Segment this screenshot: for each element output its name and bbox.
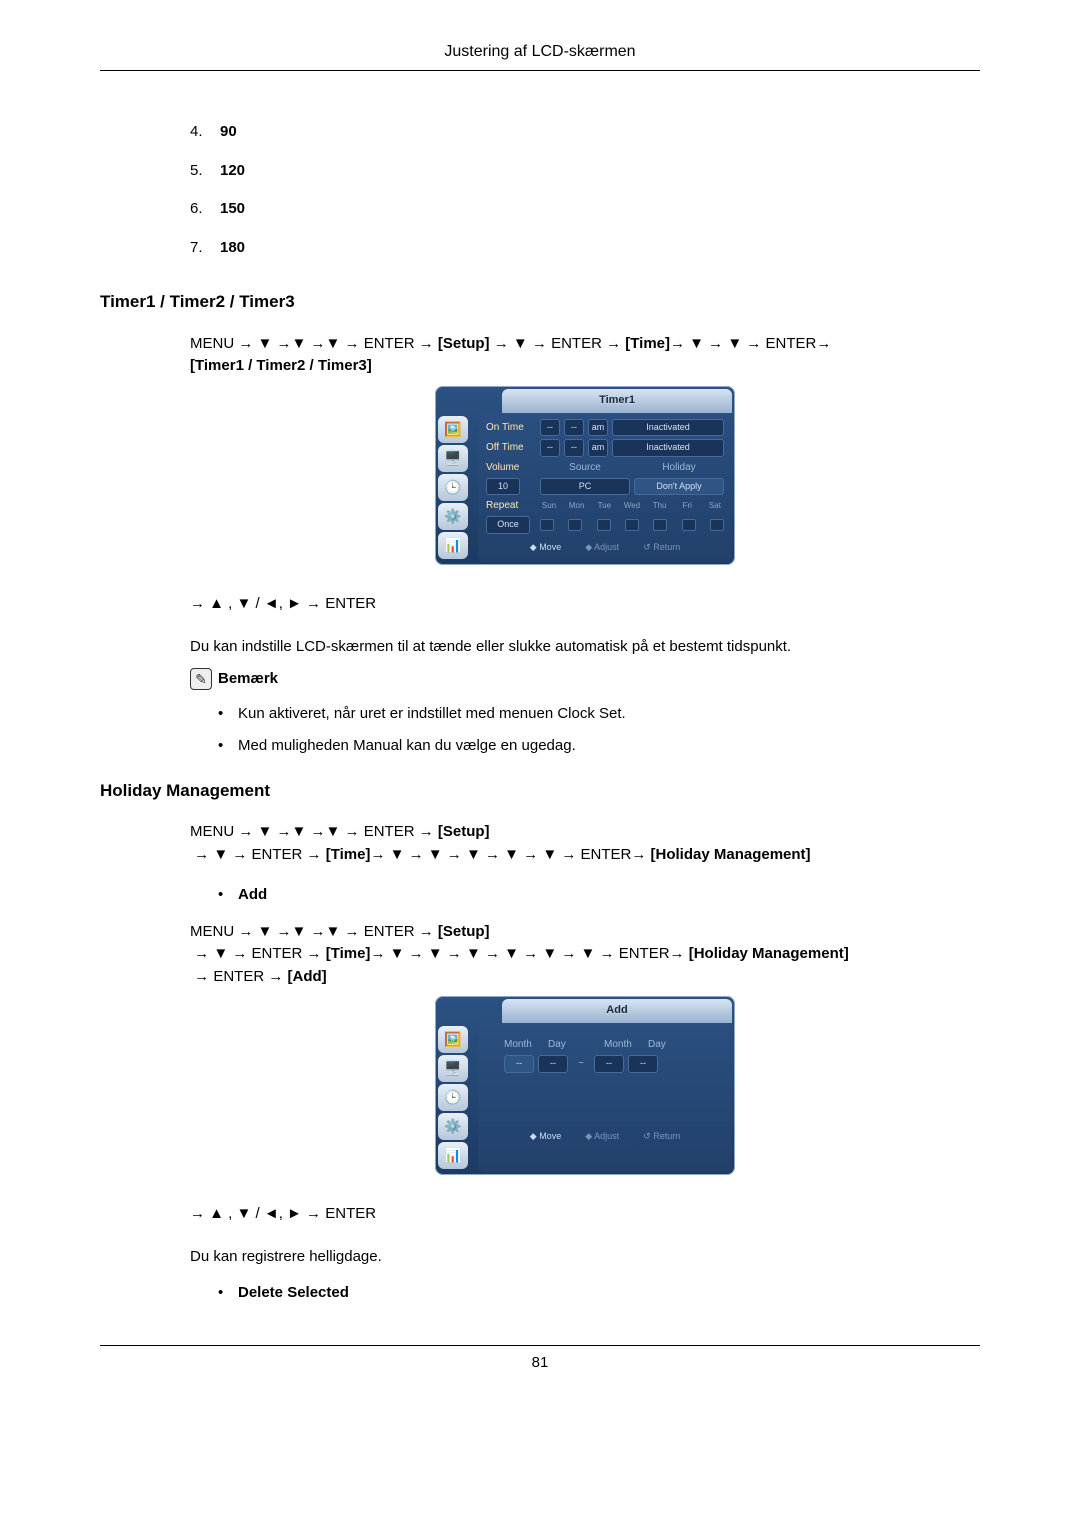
holiday-label: Holiday [634, 460, 724, 475]
holiday-nav-path: MENU → ▼ →▼ →▼ → ENTER → [Setup] → ▼ → E… [190, 821, 980, 866]
on-time-label: On Time [486, 420, 536, 435]
timer-description: Du kan indstille LCD-skærmen til at tænd… [190, 636, 980, 659]
state-chip: Inactivated [612, 439, 724, 457]
day-from-chip: -- [538, 1055, 568, 1073]
list-num: 5. [190, 160, 220, 183]
volume-label: Volume [486, 460, 536, 475]
day-header: Wed [623, 500, 641, 512]
day-header: Sun [540, 500, 558, 512]
off-time-label: Off Time [486, 440, 536, 455]
clock-icon: 🕒 [438, 1084, 468, 1111]
day-header: Thu [651, 500, 669, 512]
osd-return-hint: ↺ Return [643, 1130, 680, 1144]
osd-return-hint: ↺ Return [643, 541, 680, 555]
osd-adjust-hint: ◆ Adjust [585, 1130, 619, 1144]
osd-tab: Add [502, 999, 732, 1023]
display-icon: 🖥️ [438, 445, 468, 472]
holiday-section-title: Holiday Management [100, 778, 980, 804]
display-icon: 🖥️ [438, 1055, 468, 1082]
info-icon: 📊 [438, 532, 468, 559]
repeat-label: Repeat [486, 498, 536, 513]
day-checkbox [597, 519, 611, 531]
holiday-nav-controls: → ▲ , ▼ / ◄, ► → ENTER [190, 1203, 980, 1226]
day-checkbox [710, 519, 724, 531]
day-header: Mon [568, 500, 586, 512]
ampm-chip: am [588, 419, 608, 437]
gear-icon: ⚙️ [438, 503, 468, 530]
ampm-chip: am [588, 439, 608, 457]
osd-move-hint: ◆ Move [530, 541, 561, 555]
month-label: Month [504, 1037, 544, 1052]
minute-chip: -- [564, 439, 584, 457]
timer-nav-controls: → ▲ , ▼ / ◄, ► → ENTER [190, 593, 980, 616]
gear-icon: ⚙️ [438, 1113, 468, 1140]
osd-tab: Timer1 [502, 389, 732, 413]
day-checkbox [540, 519, 554, 531]
day-header: Sat [706, 500, 724, 512]
delete-selected-item: Delete Selected [238, 1282, 349, 1305]
osd-sidebar: 🖼️ 🖥️ 🕒 ⚙️ 📊 [438, 413, 478, 563]
page-number: 81 [100, 1345, 980, 1375]
volume-value: 10 [486, 478, 520, 496]
holiday-description: Du kan registrere helligdage. [190, 1246, 980, 1269]
note-icon: ✎ [190, 668, 212, 690]
hour-chip: -- [540, 419, 560, 437]
clock-icon: 🕒 [438, 474, 468, 501]
osd-sidebar: 🖼️ 🖥️ 🕒 ⚙️ 📊 [438, 1023, 478, 1172]
timer-notes-list: •Kun aktiveret, når uret er indstillet m… [218, 703, 980, 758]
add-osd: Add 🖼️ 🖥️ 🕒 ⚙️ 📊 Month Day Month Day [435, 996, 735, 1175]
timer-section-title: Timer1 / Timer2 / Timer3 [100, 289, 980, 315]
list-val: 150 [220, 198, 245, 221]
day-header: Fri [678, 500, 696, 512]
day-checkbox [568, 519, 582, 531]
day-label: Day [548, 1037, 578, 1052]
day-header: Tue [595, 500, 613, 512]
source-value: PC [540, 478, 630, 496]
state-chip: Inactivated [612, 419, 724, 437]
note-item: Med muligheden Manual kan du vælge en ug… [238, 735, 576, 758]
day-checkbox [653, 519, 667, 531]
repeat-value: Once [486, 516, 530, 534]
note-item: Kun aktiveret, når uret er indstillet me… [238, 703, 626, 726]
page-header: Justering af LCD-skærmen [100, 40, 980, 71]
day-checkbox [682, 519, 696, 531]
info-icon: 📊 [438, 1142, 468, 1169]
picture-icon: 🖼️ [438, 1026, 468, 1053]
month-to-chip: -- [594, 1055, 624, 1073]
note-label: Bemærk [218, 668, 278, 691]
osd-move-hint: ◆ Move [530, 1130, 561, 1144]
source-label: Source [540, 460, 630, 475]
month-from-chip: -- [504, 1055, 534, 1073]
osd-adjust-hint: ◆ Adjust [585, 541, 619, 555]
day-to-chip: -- [628, 1055, 658, 1073]
day-checkbox [625, 519, 639, 531]
list-num: 7. [190, 237, 220, 260]
list-val: 120 [220, 160, 245, 183]
timer-nav-path: MENU → ▼ →▼ →▼ → ENTER → [Setup] → ▼ → E… [190, 333, 980, 378]
timer-osd: Timer1 🖼️ 🖥️ 🕒 ⚙️ 📊 On Time -- -- am Ina… [435, 386, 735, 566]
value-list: 4.90 5.120 6.150 7.180 [190, 121, 980, 259]
list-num: 6. [190, 198, 220, 221]
add-item: Add [238, 884, 267, 907]
list-val: 90 [220, 121, 237, 144]
month-label: Month [604, 1037, 644, 1052]
minute-chip: -- [564, 419, 584, 437]
list-val: 180 [220, 237, 245, 260]
holiday-value: Don't Apply [634, 478, 724, 496]
hour-chip: -- [540, 439, 560, 457]
day-label: Day [648, 1037, 678, 1052]
picture-icon: 🖼️ [438, 416, 468, 443]
list-num: 4. [190, 121, 220, 144]
holiday-add-nav-path: MENU → ▼ →▼ →▼ → ENTER → [Setup] → ▼ → E… [190, 921, 980, 989]
range-tilde: ~ [572, 1056, 590, 1071]
